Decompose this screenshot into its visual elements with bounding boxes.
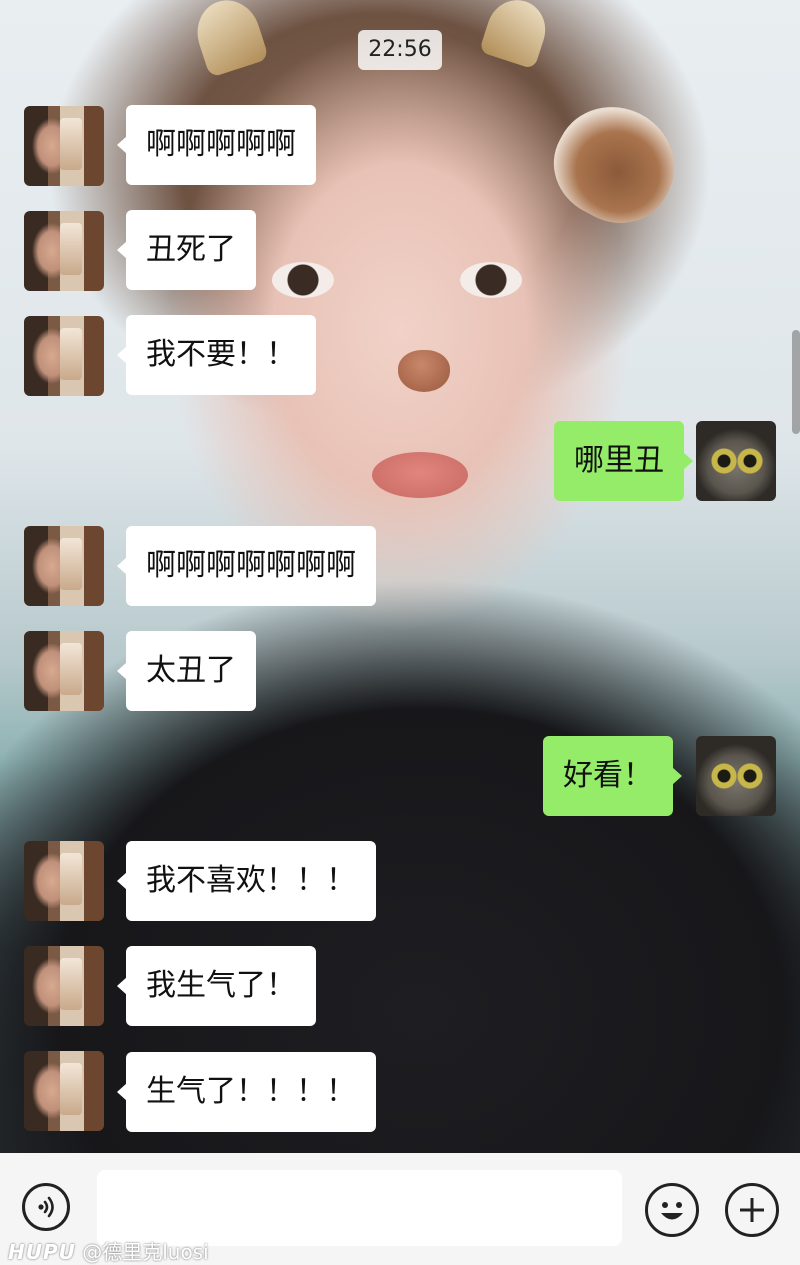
voice-input-button[interactable] bbox=[22, 1183, 70, 1231]
contact-avatar[interactable] bbox=[24, 1051, 104, 1131]
background-photo-eye bbox=[460, 262, 522, 298]
incoming-message-bubble[interactable]: 啊啊啊啊啊 bbox=[117, 105, 316, 185]
background-photo-nose bbox=[398, 350, 450, 392]
more-button[interactable] bbox=[725, 1183, 779, 1237]
incoming-message-bubble[interactable]: 生气了！！！！ bbox=[117, 1052, 376, 1132]
incoming-message-bubble[interactable]: 太丑了 bbox=[117, 631, 256, 711]
message-timestamp: 22:56 bbox=[358, 30, 442, 70]
incoming-message-bubble[interactable]: 我不要！！ bbox=[117, 315, 316, 395]
incoming-message-bubble[interactable]: 我生气了！ bbox=[117, 946, 316, 1026]
contact-avatar[interactable] bbox=[24, 316, 104, 396]
watermark-text: @德里克luosi bbox=[82, 1240, 209, 1264]
contact-avatar[interactable] bbox=[24, 106, 104, 186]
incoming-message-bubble[interactable]: 啊啊啊啊啊啊啊 bbox=[117, 526, 376, 606]
outgoing-message-bubble[interactable]: 哪里丑 bbox=[554, 421, 693, 501]
background-photo-lips bbox=[372, 452, 468, 498]
watermark-logo: HUPU bbox=[8, 1240, 76, 1264]
outgoing-message-bubble[interactable]: 好看！ bbox=[543, 736, 682, 816]
contact-avatar[interactable] bbox=[24, 631, 104, 711]
contact-avatar[interactable] bbox=[24, 841, 104, 921]
contact-avatar[interactable] bbox=[24, 526, 104, 606]
chat-background-photo bbox=[0, 0, 800, 1265]
incoming-message-bubble[interactable]: 我不喜欢！！！ bbox=[117, 841, 376, 921]
emoji-button[interactable] bbox=[645, 1183, 699, 1237]
chat-scrollbar[interactable] bbox=[792, 330, 800, 434]
contact-avatar[interactable] bbox=[24, 946, 104, 1026]
message-input[interactable] bbox=[97, 1170, 622, 1246]
background-photo-eye bbox=[272, 262, 334, 298]
contact-avatar[interactable] bbox=[24, 211, 104, 291]
my-avatar[interactable] bbox=[696, 736, 776, 816]
voice-icon bbox=[38, 1196, 54, 1218]
my-avatar[interactable] bbox=[696, 421, 776, 501]
watermark: HUPU @德里克luosi bbox=[8, 1236, 209, 1265]
emoji-icon bbox=[661, 1202, 683, 1220]
plus-icon bbox=[740, 1198, 764, 1222]
incoming-message-bubble[interactable]: 丑死了 bbox=[117, 210, 256, 290]
